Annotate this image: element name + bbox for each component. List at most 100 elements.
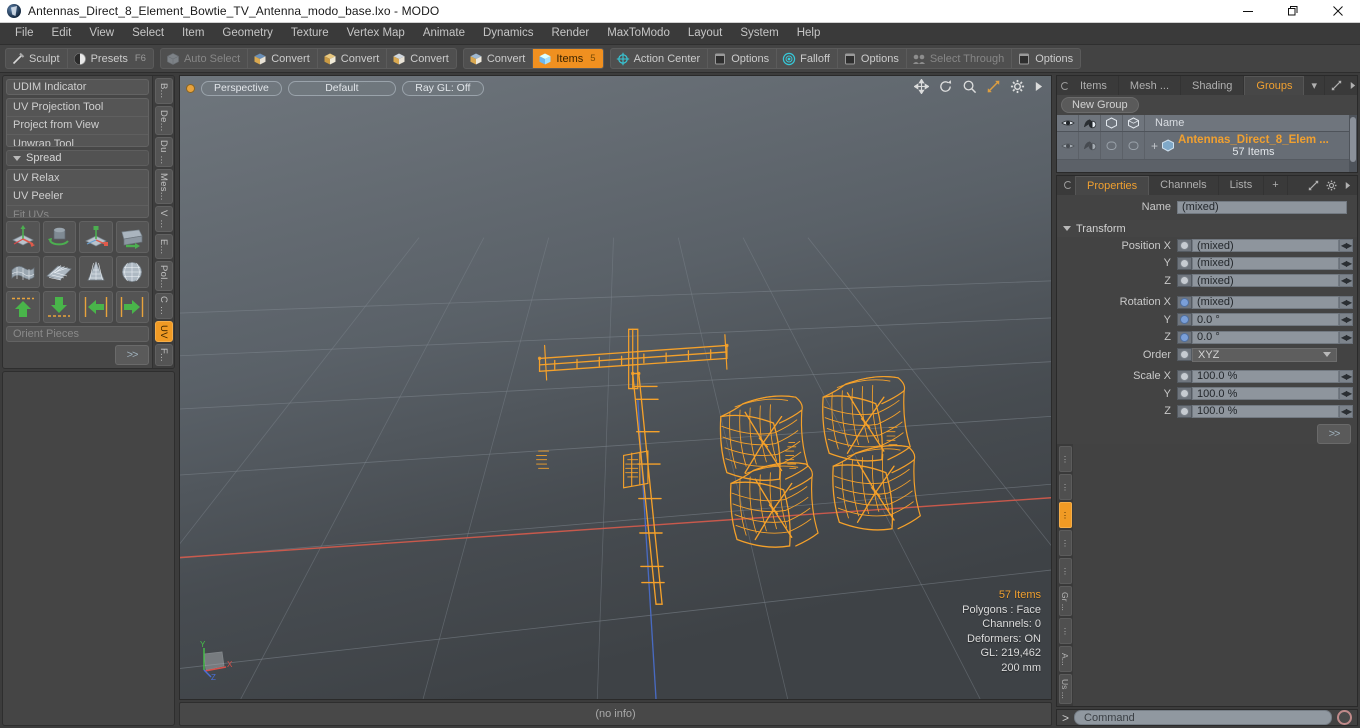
falloff-button[interactable]: Falloff	[777, 49, 838, 68]
properties-menu-icon[interactable]	[1061, 176, 1075, 195]
falloff-options-button[interactable]: Options	[838, 49, 907, 68]
uv-peeler-item[interactable]: UV Peeler	[7, 188, 148, 206]
minimize-button[interactable]	[1225, 0, 1270, 23]
rtab-5[interactable]: ⋮	[1058, 558, 1072, 584]
move-uv-button[interactable]	[6, 221, 40, 254]
vtab-f[interactable]: F...	[154, 344, 173, 367]
menu-animate[interactable]: Animate	[414, 25, 474, 42]
viewport-style-pill[interactable]: Default	[287, 80, 396, 96]
scale-z-radio[interactable]	[1177, 404, 1192, 418]
record-icon[interactable]	[1337, 710, 1352, 725]
order-radio[interactable]	[1177, 348, 1192, 362]
name-input[interactable]: (mixed)	[1177, 200, 1347, 214]
orient-pieces-button[interactable]: Orient Pieces	[6, 326, 149, 343]
position-z-radio[interactable]	[1177, 274, 1192, 288]
vtab-edge[interactable]: E...	[154, 233, 173, 260]
rtab-1[interactable]: ⋮	[1058, 446, 1072, 472]
position-z-input[interactable]: (mixed)	[1192, 274, 1339, 288]
action-center-button[interactable]: Action Center	[611, 49, 709, 68]
column-render[interactable]	[1079, 115, 1101, 131]
position-y-input[interactable]: (mixed)	[1192, 256, 1339, 270]
rtab-2[interactable]: ⋮	[1058, 474, 1072, 500]
fit-uvs-item[interactable]: Fit UVs	[7, 206, 148, 217]
tab-shading[interactable]: Shading	[1181, 76, 1245, 95]
rtab-user[interactable]: Us ...	[1058, 674, 1072, 704]
order-dropdown[interactable]: XYZ	[1192, 347, 1337, 362]
column-lock-2[interactable]	[1123, 115, 1145, 131]
scale-y-input[interactable]: 100.0 %	[1192, 387, 1339, 401]
sphere-unwrap-button[interactable]	[115, 256, 149, 289]
maximize-panel-icon[interactable]	[1308, 180, 1319, 191]
item-list-scrollbar[interactable]	[1349, 115, 1357, 172]
auto-select-button[interactable]: Auto Select	[161, 49, 249, 68]
panel-menu-icon[interactable]	[1061, 76, 1069, 95]
panel-arrow-icon[interactable]	[1349, 80, 1356, 91]
tab-channels[interactable]: Channels	[1149, 175, 1219, 195]
rotate-uv-button[interactable]	[42, 221, 76, 254]
rtab-groups[interactable]: Gr ...	[1058, 586, 1072, 616]
tab-add[interactable]: +	[1264, 175, 1288, 195]
scale-z-input[interactable]: 100.0 %	[1192, 404, 1339, 418]
uv-more-button[interactable]: >>	[115, 345, 149, 366]
vtab-mesh[interactable]: Mes...	[154, 168, 173, 205]
vtab-vertex[interactable]: V ...	[154, 206, 173, 232]
fit-icon[interactable]	[986, 79, 1001, 94]
item-list-empty-area[interactable]	[1057, 160, 1357, 172]
position-x-radio[interactable]	[1177, 239, 1192, 253]
rtab-4[interactable]: ⋮	[1058, 530, 1072, 556]
align-down-button[interactable]	[42, 291, 76, 324]
tab-properties[interactable]: Properties	[1075, 175, 1150, 195]
menu-view[interactable]: View	[80, 25, 123, 42]
maximize-panel-icon[interactable]	[1331, 80, 1342, 91]
flip-uv-button[interactable]	[115, 221, 149, 254]
menu-maxtomodo[interactable]: MaxToModo	[598, 25, 679, 42]
drape-button[interactable]	[6, 256, 40, 289]
column-lock-1[interactable]	[1101, 115, 1123, 131]
vtab-command[interactable]: C ...	[154, 293, 173, 319]
tab-lists[interactable]: Lists	[1219, 175, 1265, 195]
row-visibility-toggle[interactable]	[1057, 132, 1079, 159]
rotation-z-radio[interactable]	[1177, 330, 1192, 344]
scale-uv-button[interactable]	[79, 221, 113, 254]
position-y-radio[interactable]	[1177, 256, 1192, 270]
convert-button-1[interactable]: Convert	[248, 49, 318, 68]
rtab-7[interactable]: ⋮	[1058, 618, 1072, 644]
project-from-view-item[interactable]: Project from View	[7, 117, 148, 135]
gear-icon[interactable]	[1010, 79, 1025, 94]
zoom-icon[interactable]	[962, 79, 977, 94]
action-center-options-button[interactable]: Options	[708, 49, 778, 68]
rotation-x-radio[interactable]	[1177, 295, 1192, 309]
expand-icon[interactable]: +	[1151, 139, 1158, 153]
menu-item[interactable]: Item	[173, 25, 213, 42]
vtab-uv[interactable]: UV	[154, 320, 173, 343]
scale-y-radio[interactable]	[1177, 387, 1192, 401]
tab-items[interactable]: Items	[1069, 76, 1119, 95]
convert-button-3[interactable]: Convert	[387, 49, 456, 68]
new-group-button[interactable]: New Group	[1061, 97, 1139, 113]
tab-overflow[interactable]: ▾	[1304, 76, 1326, 95]
menu-layout[interactable]: Layout	[679, 25, 732, 42]
uv-relax-item[interactable]: UV Relax	[7, 170, 148, 188]
align-up-button[interactable]	[6, 291, 40, 324]
viewport-projection-pill[interactable]: Perspective	[201, 80, 282, 96]
rotation-y-stepper[interactable]: ◀▶	[1339, 313, 1353, 327]
uv-projection-tool-item[interactable]: UV Projection Tool	[7, 99, 148, 117]
viewport-raygl-pill[interactable]: Ray GL: Off	[401, 80, 484, 96]
menu-help[interactable]: Help	[788, 25, 830, 42]
play-icon[interactable]	[1034, 79, 1043, 94]
scrollbar-thumb[interactable]	[1350, 117, 1356, 162]
align-right-button[interactable]	[115, 291, 149, 324]
menu-system[interactable]: System	[731, 25, 787, 42]
convert-button-4[interactable]: Convert	[464, 49, 534, 68]
menu-file[interactable]: File	[6, 25, 43, 42]
align-left-button[interactable]	[79, 291, 113, 324]
position-x-stepper[interactable]: ◀▶	[1339, 239, 1353, 253]
command-input[interactable]: Command	[1074, 710, 1332, 725]
rotation-x-input[interactable]: (mixed)	[1192, 295, 1339, 309]
vtab-duplicate[interactable]: Du ...	[154, 137, 173, 167]
menu-dynamics[interactable]: Dynamics	[474, 25, 542, 42]
row-render-toggle[interactable]	[1079, 132, 1101, 159]
scale-x-input[interactable]: 100.0 %	[1192, 369, 1339, 383]
panel-arrow-icon[interactable]	[1344, 180, 1351, 191]
row-lock-2-toggle[interactable]	[1123, 132, 1145, 159]
